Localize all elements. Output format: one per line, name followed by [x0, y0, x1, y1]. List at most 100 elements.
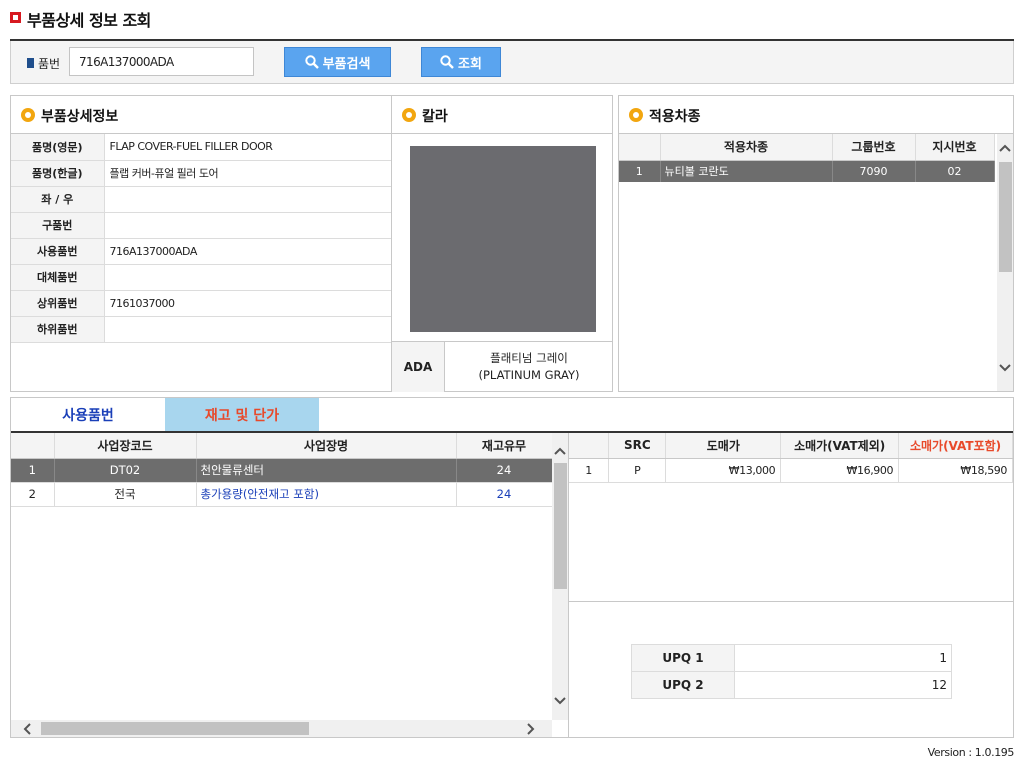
vehicles-header: 적용차종 [619, 96, 1013, 134]
retail-price-inc-vat: ₩18,590 [898, 458, 1013, 483]
row-number: 1 [11, 458, 55, 483]
scroll-thumb[interactable] [41, 722, 309, 735]
section-bullet-icon [629, 108, 643, 122]
site-code: DT02 [54, 458, 197, 483]
detail-value: 7161037000 [104, 290, 392, 317]
lookup-button[interactable]: 조회 [421, 47, 501, 77]
search-icon [304, 55, 319, 69]
detail-label: 하위품번 [11, 316, 105, 343]
scroll-up-icon[interactable] [997, 140, 1013, 156]
vehicles-column-header [619, 134, 661, 161]
color-name: 플래티넘 그레이 (PLATINUM GRAY) [445, 341, 613, 392]
price-column-header [569, 433, 610, 459]
detail-label: 품명(영문) [11, 134, 105, 161]
stock-row[interactable]: 1 DT02 천안물류센터 24 [11, 458, 553, 483]
upq-table: UPQ 1 1 UPQ 2 12 [631, 644, 952, 699]
detail-row: 좌 / 우 [11, 186, 392, 213]
row-number: 1 [569, 458, 610, 483]
price-source: P [608, 458, 667, 483]
row-number: 2 [11, 482, 55, 507]
tab-stock-price[interactable]: 재고 및 단가 [165, 398, 319, 432]
scroll-down-icon[interactable] [552, 693, 568, 709]
price-column-header: 도매가 [665, 433, 782, 459]
section-bullet-icon [402, 108, 416, 122]
scroll-up-icon[interactable] [552, 443, 568, 459]
detail-label: 품명(한글) [11, 160, 105, 187]
lookup-label: 조회 [458, 56, 482, 72]
detail-label: 구품번 [11, 212, 105, 239]
scroll-thumb[interactable] [999, 162, 1012, 272]
field-marker-icon [27, 58, 34, 68]
price-column-header: 소매가(VAT포함) [898, 433, 1013, 459]
stock-column-header [11, 433, 55, 459]
search-icon [440, 55, 454, 69]
detail-row: 사용품번 716A137000ADA [11, 238, 392, 265]
vehicles-table: 적용차종 그룹번호 지시번호 1 뉴티볼 코란도 7090 02 [619, 134, 995, 182]
group-number: 7090 [832, 160, 916, 182]
part-detail-panel: 부품상세정보 품명(영문) FLAP COVER-FUEL FILLER DOOR… [10, 95, 392, 392]
site-name: 총가용량(안전재고 포함) [196, 482, 457, 507]
price-column-header: SRC [608, 433, 667, 459]
stock-row[interactable]: 2 전국 총가용량(안전재고 포함) 24 [11, 482, 553, 507]
stock-quantity: 24 [456, 458, 553, 483]
color-title: 칼라 [422, 109, 448, 125]
stock-column-header: 사업장코드 [54, 433, 197, 459]
stock-table: 사업장코드 사업장명 재고유무 1 DT02 천안물류센터 24 2 전국 총가용량(안전재고 … [11, 433, 553, 507]
upq-label: UPQ 1 [631, 644, 735, 672]
retail-price-ex-vat: ₩16,900 [780, 458, 900, 483]
vehicle-row[interactable]: 1 뉴티볼 코란도 7090 02 [619, 160, 995, 182]
detail-label: 좌 / 우 [11, 186, 105, 213]
wholesale-price: ₩13,000 [665, 458, 782, 483]
part-number-label: 품번 [38, 57, 61, 71]
vehicles-column-header: 지시번호 [915, 134, 995, 161]
detail-row: 품명(한글) 플랩 커버-퓨얼 필러 도어 [11, 160, 392, 187]
color-code: ADA [392, 341, 445, 392]
stock-quantity: 24 [456, 482, 553, 507]
part-detail-table: 품명(영문) FLAP COVER-FUEL FILLER DOOR 품명(한글) 플… [11, 134, 392, 343]
stock-horizontal-scrollbar[interactable] [11, 720, 552, 737]
detail-row: 하위품번 [11, 316, 392, 343]
stock-scrollbar[interactable] [552, 433, 568, 720]
price-row[interactable]: 1 P ₩13,000 ₩16,900 ₩18,590 [569, 458, 1013, 483]
scroll-down-icon[interactable] [997, 360, 1013, 376]
stock-column-header: 사업장명 [196, 433, 457, 459]
scroll-right-icon[interactable] [523, 721, 539, 737]
title-marker-icon [10, 12, 21, 23]
version-label: Version : 1.0.195 [927, 746, 1015, 759]
upq-value: 12 [734, 671, 952, 699]
scroll-left-icon[interactable] [19, 721, 35, 737]
stock-column-header: 재고유무 [456, 433, 553, 459]
price-column-header: 소매가(VAT제외) [780, 433, 900, 459]
detail-value: 716A137000ADA [104, 238, 392, 265]
upq-row: UPQ 11 [631, 644, 952, 672]
part-number-input[interactable] [69, 47, 254, 76]
price-table: SRC 도매가 소매가(VAT제외) 소매가(VAT포함) 1 P ₩13,000 ₩16,… [569, 433, 1013, 483]
detail-row: 구품번 [11, 212, 392, 239]
detail-value [104, 212, 392, 239]
detail-value [104, 264, 392, 291]
page-title: 부품상세 정보 조회 [27, 11, 151, 30]
color-panel: 칼라 ADA 플래티넘 그레이 (PLATINUM GRAY) [391, 95, 613, 392]
detail-label: 사용품번 [11, 238, 105, 265]
tab-used-parts[interactable]: 사용품번 [11, 398, 165, 432]
part-search-button[interactable]: 부품검색 [284, 47, 391, 77]
vehicles-scrollbar[interactable] [997, 134, 1013, 391]
upq-label: UPQ 2 [631, 671, 735, 699]
detail-label: 상위품번 [11, 290, 105, 317]
detail-value [104, 186, 392, 213]
vehicles-column-header: 그룹번호 [832, 134, 916, 161]
part-detail-header: 부품상세정보 [11, 96, 391, 134]
color-swatch [410, 146, 596, 332]
detail-row: 대체품번 [11, 264, 392, 291]
detail-row: 상위품번 7161037000 [11, 290, 392, 317]
detail-row: 품명(영문) FLAP COVER-FUEL FILLER DOOR [11, 134, 392, 161]
price-section-divider [569, 601, 1013, 602]
detail-value: 플랩 커버-퓨얼 필러 도어 [104, 160, 392, 187]
applicable-vehicles-panel: 적용차종 적용차종 그룹번호 지시번호 1 뉴티볼 코란도 7090 02 [618, 95, 1014, 392]
instruction-number: 02 [915, 160, 995, 182]
stock-price-panel: 사용품번 재고 및 단가 사업장코드 사업장명 재고유무 1 DT02 천안물류센터 24… [10, 397, 1014, 738]
detail-value [104, 316, 392, 343]
color-header: 칼라 [392, 96, 612, 134]
site-code: 전국 [54, 482, 197, 507]
scroll-thumb[interactable] [554, 463, 567, 589]
